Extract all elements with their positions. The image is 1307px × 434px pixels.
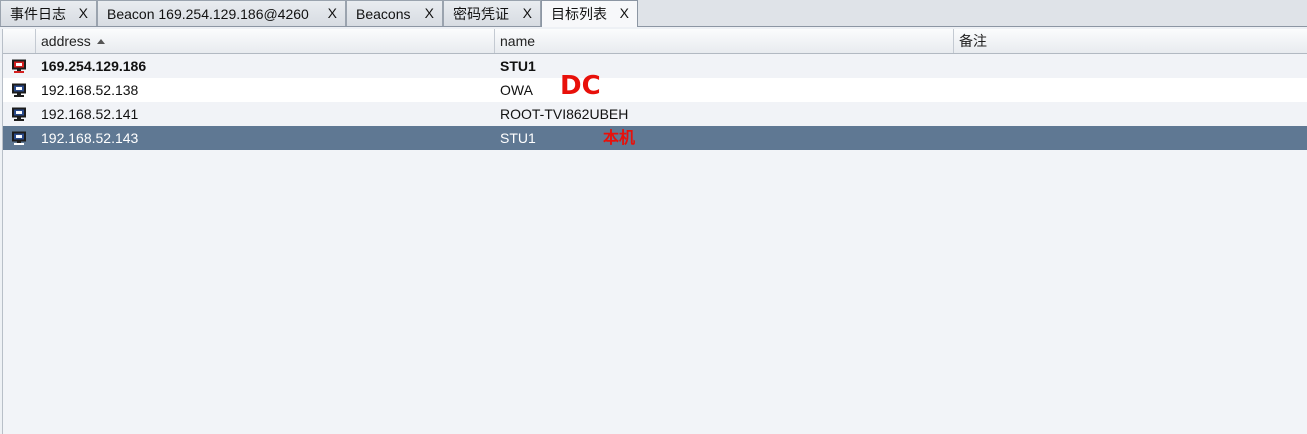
sort-ascending-icon (96, 39, 105, 44)
table-row[interactable]: 169.254.129.186 STU1 (3, 54, 1307, 78)
cell-name: STU1 (500, 58, 536, 74)
column-header-label: name (500, 33, 536, 49)
table-header: address name 备注 (3, 29, 1307, 54)
tab-close-button[interactable]: X (620, 5, 629, 21)
tab-label: Beacon 169.254.129.186@4260 (107, 5, 309, 22)
column-header-label: 备注 (959, 33, 987, 49)
targets-table: address name 备注 169.254.129.186 STU1 192… (2, 29, 1307, 434)
cell-address: 192.168.52.143 (41, 130, 139, 146)
table-row[interactable]: 192.168.52.141 ROOT-TVI862UBEH (3, 102, 1307, 126)
cell-name: ROOT-TVI862UBEH (500, 106, 629, 122)
tab-targets[interactable]: 目标列表 X (541, 0, 638, 27)
tab-close-button[interactable]: X (425, 5, 434, 21)
cell-address: 192.168.52.141 (41, 106, 139, 122)
column-header-label: address (41, 33, 91, 49)
tab-label: 密码凭证 (453, 5, 509, 22)
annotation-local-machine: 本机 (603, 128, 636, 147)
tab-label: 目标列表 (551, 6, 607, 22)
cell-address: 192.168.52.138 (41, 82, 139, 98)
tab-credentials[interactable]: 密码凭证 X (443, 0, 541, 26)
cell-name: STU1 (500, 130, 536, 146)
tab-beacons[interactable]: Beacons X (346, 0, 443, 26)
cell-address: 169.254.129.186 (41, 58, 147, 74)
monitor-icon (11, 126, 27, 150)
tab-close-button[interactable]: X (79, 5, 88, 21)
cell-name: OWA (500, 82, 533, 98)
tab-bar: 事件日志 X Beacon 169.254.129.186@4260 X Bea… (0, 0, 1307, 27)
tab-close-button[interactable]: X (328, 5, 337, 21)
column-header-icon[interactable] (3, 29, 36, 53)
monitor-icon (11, 78, 27, 102)
tab-label: 事件日志 (10, 5, 66, 22)
tab-close-button[interactable]: X (523, 5, 532, 21)
tab-beacon-session[interactable]: Beacon 169.254.129.186@4260 X (97, 0, 346, 26)
annotation-dc: DC (560, 71, 601, 101)
tab-label: Beacons (356, 5, 411, 22)
monitor-compromised-icon (11, 54, 27, 78)
table-row[interactable]: 192.168.52.143 STU1 (3, 126, 1307, 150)
monitor-icon (11, 102, 27, 126)
tab-event-log[interactable]: 事件日志 X (0, 0, 97, 26)
column-header-name[interactable]: name (495, 29, 954, 53)
table-row[interactable]: 192.168.52.138 OWA (3, 78, 1307, 102)
column-header-note[interactable]: 备注 (954, 29, 1307, 53)
column-header-address[interactable]: address (36, 29, 495, 53)
